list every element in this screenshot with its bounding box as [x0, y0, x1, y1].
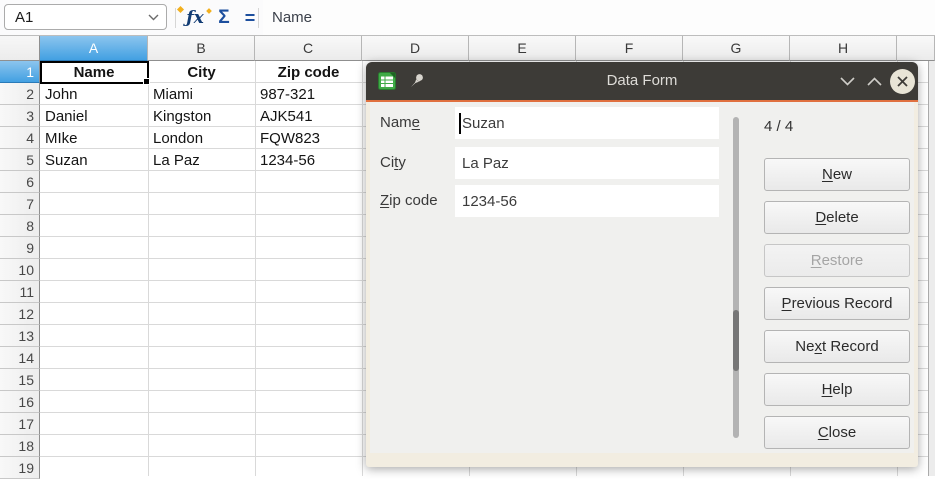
close-icon[interactable] [890, 69, 915, 94]
cell-A5[interactable]: Suzan [40, 149, 148, 171]
equals-glyph: = [245, 8, 256, 29]
new-button[interactable]: New [764, 158, 910, 191]
data-form-dialog: Data Form [366, 62, 918, 467]
formula-input-text: Name [263, 9, 312, 26]
cell-C3[interactable]: AJK541 [255, 105, 362, 127]
cell-C2[interactable]: 987-321 [255, 83, 362, 105]
row-header-4[interactable]: 4 [0, 127, 40, 149]
cell-A3[interactable]: Daniel [40, 105, 148, 127]
sum-icon[interactable]: Σ [212, 0, 236, 36]
row-header-2[interactable]: 2 [0, 83, 40, 105]
zip-code-field-label: Zip code [380, 192, 438, 209]
zip-code-field[interactable] [455, 185, 719, 217]
form-scrollbar-track[interactable] [733, 117, 739, 438]
row-header-8[interactable]: 8 [0, 215, 40, 237]
sum-glyph: Σ [218, 7, 229, 29]
dialog-titlebar: Data Form [366, 62, 918, 100]
name-field-label: Name [380, 114, 420, 131]
city-field[interactable] [455, 147, 719, 179]
help-button[interactable]: Help [764, 373, 910, 406]
cell-B3[interactable]: Kingston [148, 105, 255, 127]
cell-B1[interactable]: City [148, 61, 255, 83]
next-record-button[interactable]: Next Record [764, 330, 910, 363]
row-header-6[interactable]: 6 [0, 171, 40, 193]
record-counter: 4 / 4 [764, 118, 793, 135]
row-header-17[interactable]: 17 [0, 413, 40, 435]
row-header-13[interactable]: 13 [0, 325, 40, 347]
roll-down-icon[interactable] [839, 75, 856, 88]
delete-button[interactable]: Delete [764, 201, 910, 234]
vertical-scrollbar[interactable] [928, 61, 935, 476]
column-header-g[interactable]: G [683, 36, 790, 61]
dialog-content: Name City Zip code 4 / 4 New Delete Restor… [370, 102, 914, 453]
cell-A4[interactable]: MIke [40, 127, 148, 149]
column-header-c[interactable]: C [255, 36, 362, 61]
row-header-3[interactable]: 3 [0, 105, 40, 127]
column-header-d[interactable]: D [362, 36, 469, 61]
city-field-label: City [380, 154, 406, 171]
column-header-partial[interactable] [897, 36, 935, 61]
sparkle-icon [177, 6, 184, 13]
text-cursor [459, 113, 461, 134]
formula-bar: A1 ƒx Σ = Name [0, 0, 935, 36]
name-field[interactable] [455, 107, 719, 139]
row-header-5[interactable]: 5 [0, 149, 40, 171]
namebox-dropdown-icon[interactable] [140, 14, 166, 21]
column-header-e[interactable]: E [469, 36, 576, 61]
row-header-15[interactable]: 15 [0, 369, 40, 391]
pin-icon[interactable] [408, 72, 426, 90]
name-box-value: A1 [5, 9, 140, 26]
separator [258, 8, 259, 28]
function-wizard-glyph: ƒx [186, 8, 203, 28]
column-header-h[interactable]: H [790, 36, 897, 61]
column-header-f[interactable]: F [576, 36, 683, 61]
row-header-7[interactable]: 7 [0, 193, 40, 215]
cell-B5[interactable]: La Paz [148, 149, 255, 171]
row-header-10[interactable]: 10 [0, 259, 40, 281]
cell-C4[interactable]: FQW823 [255, 127, 362, 149]
cell-selection-border [40, 61, 149, 84]
cell-C5[interactable]: 1234-56 [255, 149, 362, 171]
close-button[interactable]: Close [764, 416, 910, 449]
previous-record-button[interactable]: Previous Record [764, 287, 910, 320]
restore-button[interactable]: Restore [764, 244, 910, 277]
cell-B2[interactable]: Miami [148, 83, 255, 105]
column-header-bar: ABCDEFGH [0, 36, 935, 61]
form-scrollbar-thumb[interactable] [733, 310, 739, 371]
sparkle-icon [206, 8, 212, 14]
equals-icon[interactable]: = [240, 0, 260, 36]
row-header-16[interactable]: 16 [0, 391, 40, 413]
roll-up-icon[interactable] [866, 75, 883, 88]
formula-input[interactable]: Name [263, 0, 935, 35]
dialog-title: Data Form [366, 62, 918, 100]
cell-B4[interactable]: London [148, 127, 255, 149]
cell-A2[interactable]: John [40, 83, 148, 105]
column-header-a[interactable]: A [40, 36, 148, 61]
column-header-b[interactable]: B [148, 36, 255, 61]
row-header-9[interactable]: 9 [0, 237, 40, 259]
calc-document-icon [377, 71, 397, 91]
fill-handle[interactable] [143, 78, 150, 85]
row-header-11[interactable]: 11 [0, 281, 40, 303]
grid-line [362, 61, 363, 476]
row-header-1[interactable]: 1 [0, 61, 40, 83]
row-header-14[interactable]: 14 [0, 347, 40, 369]
row-header-12[interactable]: 12 [0, 303, 40, 325]
separator [175, 8, 176, 28]
cell-C1[interactable]: Zip code [255, 61, 362, 83]
select-all-corner[interactable] [0, 36, 40, 61]
row-header-18[interactable]: 18 [0, 435, 40, 457]
function-wizard-icon[interactable]: ƒx [180, 0, 210, 36]
name-box[interactable]: A1 [4, 4, 167, 30]
